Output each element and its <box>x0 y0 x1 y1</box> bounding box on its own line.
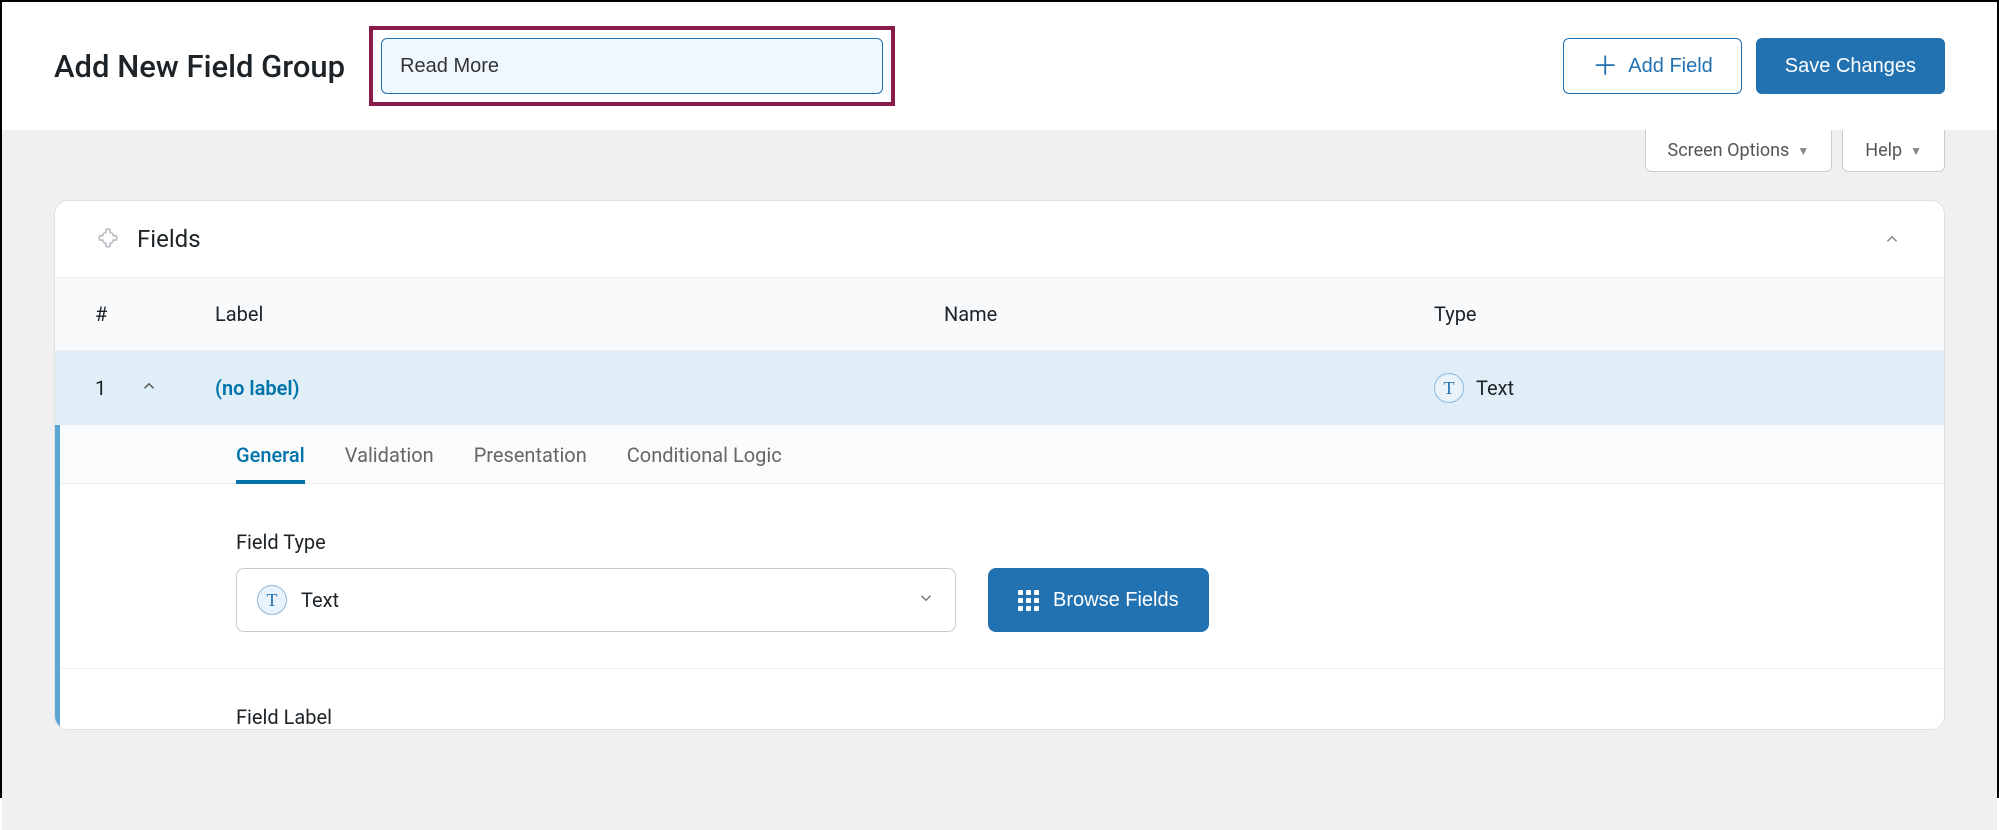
browse-fields-button[interactable]: Browse Fields <box>988 568 1209 632</box>
fields-panel: Fields # Label Name Type 1 <box>54 200 1945 730</box>
row-type-cell: T Text <box>1434 373 1904 403</box>
field-type-row: T Text Bro <box>236 568 1944 632</box>
field-row[interactable]: 1 (no label) T Text <box>55 351 1944 425</box>
page-title: Add New Field Group <box>54 48 345 85</box>
col-head-type: Type <box>1434 302 1904 326</box>
row-type-label: Text <box>1476 376 1514 400</box>
screen-options-tab[interactable]: Screen Options ▼ <box>1645 130 1833 172</box>
top-bar: Add New Field Group ＋ Add Field Save Cha… <box>2 2 1997 130</box>
add-field-button[interactable]: ＋ Add Field <box>1563 38 1742 94</box>
tab-validation[interactable]: Validation <box>345 443 434 483</box>
field-type-select[interactable]: T Text <box>236 568 956 632</box>
field-label-section: Field Label <box>60 669 1944 729</box>
group-name-input[interactable] <box>381 38 883 94</box>
tab-presentation[interactable]: Presentation <box>474 443 587 483</box>
row-label-cell: (no label) <box>215 376 944 400</box>
type-text-icon: T <box>1434 373 1464 403</box>
screen-meta-tabs: Screen Options ▼ Help ▼ <box>54 130 1945 200</box>
panel-collapse-toggle[interactable] <box>1880 227 1904 251</box>
content-area: Screen Options ▼ Help ▼ Fields # Label N… <box>2 130 1997 830</box>
save-changes-button[interactable]: Save Changes <box>1756 38 1945 94</box>
col-head-label: Label <box>215 302 944 326</box>
editor-tabs: General Validation Presentation Conditio… <box>60 425 1944 484</box>
row-index: 1 <box>95 376 106 400</box>
help-label: Help <box>1865 140 1902 161</box>
fields-panel-header: Fields <box>55 201 1944 277</box>
chevron-down-icon <box>917 588 935 612</box>
tab-conditional-logic[interactable]: Conditional Logic <box>627 443 782 483</box>
triangle-down-icon: ▼ <box>1797 144 1809 158</box>
add-field-label: Add Field <box>1628 55 1713 78</box>
field-type-label: Field Type <box>236 530 1944 554</box>
plus-icon: ＋ <box>1592 53 1618 79</box>
save-changes-label: Save Changes <box>1785 55 1916 78</box>
screen-options-label: Screen Options <box>1668 140 1790 161</box>
fields-panel-title: Fields <box>137 225 201 253</box>
row-collapse-toggle[interactable] <box>140 376 158 400</box>
chevron-up-icon <box>1883 230 1901 248</box>
field-type-value: Text <box>301 588 339 612</box>
triangle-down-icon: ▼ <box>1910 144 1922 158</box>
help-tab[interactable]: Help ▼ <box>1842 130 1945 172</box>
editor-body: Field Type T Text <box>60 484 1944 669</box>
col-head-name: Name <box>944 302 1434 326</box>
row-label-link[interactable]: (no label) <box>215 376 300 400</box>
field-editor: General Validation Presentation Conditio… <box>55 425 1944 729</box>
grid-icon <box>1018 590 1039 611</box>
tab-general[interactable]: General <box>236 443 305 483</box>
fields-table-head: # Label Name Type <box>55 277 1944 351</box>
puzzle-icon <box>95 226 121 252</box>
field-label-heading: Field Label <box>236 705 332 729</box>
chevron-up-icon <box>140 377 158 395</box>
col-head-number: # <box>95 302 215 326</box>
browse-fields-label: Browse Fields <box>1053 589 1179 612</box>
type-text-icon: T <box>257 585 287 615</box>
row-number-cell: 1 <box>95 376 215 400</box>
group-name-highlight <box>369 26 895 106</box>
top-actions: ＋ Add Field Save Changes <box>1563 38 1945 94</box>
